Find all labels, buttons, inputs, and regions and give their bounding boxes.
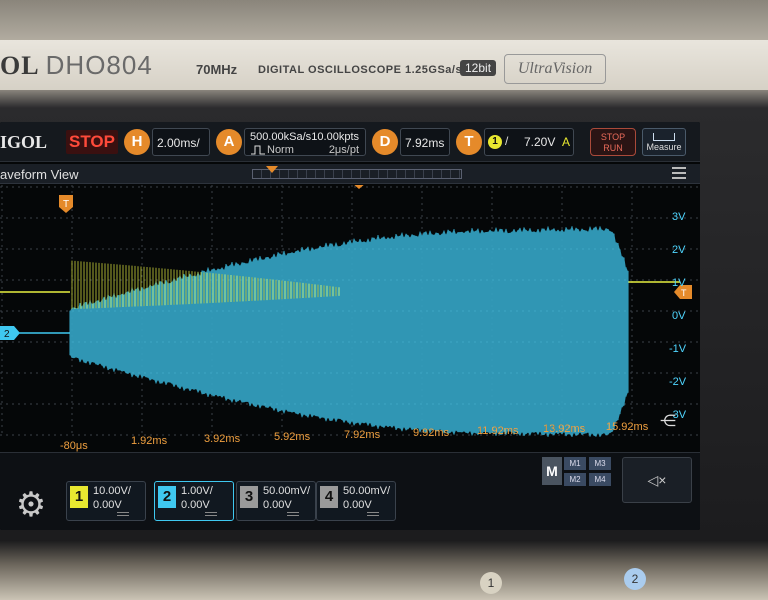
status-bar: IGOL STOP H 2.00ms/ A 500.00kSa/s Norm 1… [0,122,700,162]
channel-2-marker-label: 2 [4,329,10,340]
channel-3-scale: 50.00mV/ [263,485,311,497]
trigger-level: 7.20V [524,135,556,149]
lower-bezel [0,540,768,600]
channel-1-offset: 0.00V [93,499,122,511]
channel-1-box[interactable]: 1 10.00V/ 0.00V [66,481,146,521]
volt-label-3v: 3V [672,211,686,223]
brand-logo: OL DHO804 [0,50,153,80]
time-label-5: 9.92ms [413,427,450,439]
math-grid: M1 M3 M2 M4 [564,457,614,487]
channel-4-number: 4 [320,486,338,508]
menu-icon[interactable] [672,167,686,179]
bandwidth-icon [205,512,217,516]
sample-rate: 500.00kSa/s [250,131,312,143]
channel-1-number: 1 [70,486,88,508]
bits-badge: 12bit [460,60,497,76]
measure-label: Measure [646,142,682,152]
time-per-point: 2μs/pt [328,144,359,156]
channel-2-box[interactable]: 2 1.00V/ 0.00V [154,481,234,521]
front-button-2[interactable]: 2 [624,568,646,590]
front-button-1[interactable]: 1 [480,572,502,594]
channel-2-marker [0,326,20,340]
channel-4-offset: 0.00V [343,499,372,511]
memory-position-strip[interactable] [252,169,462,179]
math-m1[interactable]: M1 [564,457,586,470]
channel-2-number: 2 [158,486,176,508]
trigger-level-label: T [681,288,687,298]
horizontal-scale-value: 2.00ms/ [157,136,200,150]
channel-2-scale: 1.00V/ [181,485,213,497]
channel-2-offset: 0.00V [181,499,210,511]
waveform-canvas: T 2 T [0,185,700,438]
memory-position-marker[interactable] [266,166,278,173]
speaker-mute-icon[interactable]: ◁× [622,457,692,503]
rigol-logo: IGOL [0,132,48,152]
time-label-2: 3.92ms [204,433,241,445]
math-button[interactable]: M [542,457,562,485]
volt-label-2v: 2V [672,244,686,256]
volt-label-0v: 0V [672,310,686,322]
time-label-3: 5.92ms [274,431,311,443]
volt-label-neg2v: -2V [669,376,687,388]
acquire-box[interactable]: 500.00kSa/s Norm 10.00kpts 2μs/pt [244,128,366,156]
acquire-badge[interactable]: A [216,129,242,155]
ruler-icon [653,133,675,141]
math-m2[interactable]: M2 [564,473,586,486]
bandwidth-label: 70MHz [196,62,238,77]
time-label-1: 1.92ms [131,435,168,447]
channel-1-scale: 10.00V/ [93,485,131,497]
channel-3-offset: 0.00V [263,499,292,511]
stop-run-button[interactable]: STOP RUN [590,128,636,156]
trigger-coupling: A [562,135,571,149]
channel-4-scale: 50.00mV/ [343,485,391,497]
trigger-position-label: T [63,199,69,210]
channel-bar: ⚙ 1 10.00V/ 0.00V 2 1.00V/ 0.00V 3 50.00… [0,452,700,530]
delay-badge[interactable]: D [372,129,398,155]
time-label-0: -80μs [60,440,88,452]
bandwidth-icon [117,512,129,516]
scope-screen: IGOL STOP H 2.00ms/ A 500.00kSa/s Norm 1… [0,122,700,530]
run-state-indicator[interactable]: STOP [66,130,118,154]
acquire-mode-icon [251,145,265,155]
model-name: DHO804 [45,50,153,80]
time-label-8: 15.92ms [606,421,649,433]
bandwidth-icon [287,512,299,516]
channel-4-box[interactable]: 4 50.00mV/ 0.00V [316,481,396,521]
trigger-edge-icon: / [505,134,509,148]
horizontal-scale-box[interactable]: 2.00ms/ [152,128,210,156]
gear-icon[interactable]: ⚙ [4,483,58,527]
delay-box[interactable]: 7.92ms [400,128,450,156]
series-logo: UltraVision [504,54,606,84]
volt-label-neg1v: -1V [669,343,687,355]
delay-value: 7.92ms [405,136,445,150]
memory-depth: 10.00kpts [311,131,359,143]
device-kind-label: DIGITAL OSCILLOSCOPE 1.25GSa/s [258,64,463,76]
zoom-icon[interactable]: ⋲ [660,411,676,431]
trigger-source: 1 [488,135,502,149]
time-label-6: 11.92ms [477,425,519,437]
measure-button[interactable]: Measure [642,128,686,156]
acquire-mode: Norm [267,144,294,156]
bandwidth-icon [367,512,379,516]
math-m4[interactable]: M4 [589,473,611,486]
time-label-4: 7.92ms [344,429,381,441]
channel-3-box[interactable]: 3 50.00mV/ 0.00V [236,481,316,521]
trigger-badge[interactable]: T [456,129,482,155]
channel-3-number: 3 [240,486,258,508]
waveform-view-header: aveform View [0,164,700,184]
time-label-7: 13.92ms [543,423,586,435]
horizontal-badge[interactable]: H [124,129,150,155]
waveform-plot[interactable]: T2T 3V 2V 1V 0V -1V -2V -3V -80μs 1.92ms… [0,185,700,455]
math-m3[interactable]: M3 [589,457,611,470]
volt-label-1v: 1V [672,277,686,289]
waveform-view-title: aveform View [0,167,79,182]
